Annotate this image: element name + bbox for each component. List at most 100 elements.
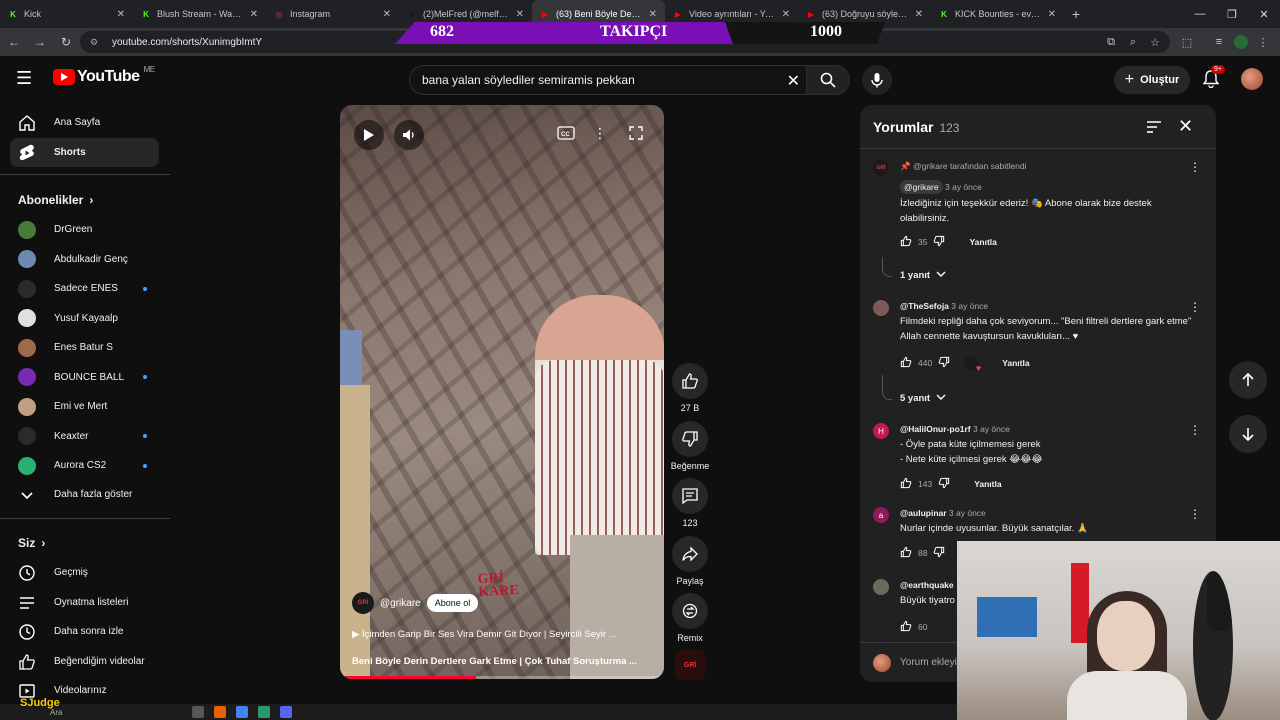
clear-search-icon[interactable]: ✕ [787,71,800,91]
menu-hamburger-icon[interactable]: ☰ [16,68,36,89]
close-window-icon[interactable]: ✕ [1248,0,1280,28]
show-more-button[interactable]: Daha fazla göster [10,480,159,509]
comment-dislike-button[interactable] [938,477,950,491]
account-avatar[interactable] [1241,68,1263,90]
tab-close-icon[interactable]: ✕ [250,9,258,20]
tab-close-icon[interactable]: ✕ [516,9,524,20]
close-comments-icon[interactable]: ✕ [1178,116,1193,137]
voice-search-button[interactable] [862,65,892,95]
youtube-logo[interactable]: YouTube ME [53,65,155,86]
sidebar-subscription-item[interactable]: Yusuf Kayaalp [10,304,159,333]
comment-time[interactable]: 3 ay önce [949,508,986,518]
comment-author[interactable]: @HalilOnur-po1rf [900,424,971,434]
channel-name[interactable]: @grikare [380,598,421,609]
shorts-video-player[interactable]: GRİ KARE CC ⋮ GRİ @grikare Abone ol ▶ İç… [340,105,664,679]
media-icon[interactable]: ≡ [1208,31,1230,53]
sound-thumbnail[interactable]: GRİ [670,650,710,680]
sidebar-item-watch-later[interactable]: Daha sonra izle [10,617,159,646]
video-more-button[interactable]: ⋮ [588,121,612,145]
subscribe-button[interactable]: Abone ol [426,594,479,612]
comment-like-button[interactable] [900,477,912,491]
create-button[interactable]: + Oluştur [1114,66,1190,94]
comment-avatar[interactable]: a [873,507,889,523]
comment-avatar[interactable] [873,579,889,595]
zoom-icon[interactable]: ⌕ [1122,31,1144,53]
comment-time[interactable]: 3 ay önce [951,301,988,311]
fullscreen-button[interactable] [624,121,648,145]
comment-more-icon[interactable]: ⋮ [1189,300,1201,314]
new-tab-button[interactable]: + [1064,0,1088,28]
video-title[interactable]: Beni Böyle Derin Dertlere Gark Etme | Ço… [352,656,652,667]
sidebar-subscription-item[interactable]: Emi ve Mert [10,392,159,421]
reply-button[interactable]: Yanıtla [969,237,996,247]
sidebar-subscription-item[interactable]: BOUNCE BALL [10,363,159,392]
replies-toggle[interactable]: 1 yanıt [900,269,946,282]
site-info-icon[interactable]: ⚙ [90,37,102,48]
comment-author[interactable]: @TheSefoja [900,301,949,311]
back-icon[interactable]: ← [2,30,26,54]
comment-dislike-button[interactable] [933,546,945,560]
remix-action[interactable]: Remix [670,593,710,643]
minimize-icon[interactable]: — [1184,0,1216,28]
comment-like-button[interactable] [900,546,912,560]
comment-author[interactable]: @aulupinar [900,508,947,518]
sidebar-subscription-item[interactable]: Sadece ENES [10,274,159,303]
comment-more-icon[interactable]: ⋮ [1189,507,1201,521]
sidebar-subscription-item[interactable]: Enes Batur S [10,333,159,362]
comment-author[interactable]: @earthquake [900,580,954,590]
like-button[interactable] [672,363,708,399]
firefox-icon[interactable] [214,706,227,718]
like-action[interactable]: 27 B [670,363,710,413]
comment-like-button[interactable] [900,356,912,370]
tab-close-icon[interactable]: ✕ [915,9,923,20]
comments-action[interactable]: 123 [670,478,710,528]
comment-author[interactable]: @grikare [900,180,943,194]
taskbar-app-icon[interactable] [192,706,205,718]
sidebar-item-liked-videos[interactable]: Beğendiğim videolar [10,647,159,676]
reply-button[interactable]: Yanıtla [1002,358,1029,368]
browser-tab[interactable]: K KICK Bounties - every pl... ✕ [931,0,1064,28]
sidebar-item-history[interactable]: Geçmiş [10,558,159,587]
comment-time[interactable]: 3 ay önce [945,182,982,192]
sidebar-item-shorts[interactable]: Shorts [10,138,159,167]
sidebar-subscription-item[interactable]: Keaxter [10,422,159,451]
remix-button[interactable] [672,593,708,629]
comment-avatar[interactable] [873,300,889,316]
reply-button[interactable]: Yanıtla [974,479,1001,489]
tab-close-icon[interactable]: ✕ [782,9,790,20]
bookmark-star-icon[interactable]: ☆ [1144,31,1166,53]
comment-dislike-button[interactable] [938,356,950,370]
tab-close-icon[interactable]: ✕ [649,9,657,20]
restore-icon[interactable]: ❐ [1216,0,1248,28]
dislike-action[interactable]: Beğenme [670,421,710,471]
sidebar-subscription-item[interactable]: Aurora CS2 [10,451,159,480]
forward-icon[interactable]: → [28,30,52,54]
comment-like-button[interactable] [900,620,912,634]
comment-more-icon[interactable]: ⋮ [1189,160,1201,174]
you-heading[interactable]: Siz › [18,536,45,550]
search-input[interactable]: bana yalan söylediler semiramis pekkan ✕ [409,65,811,95]
comment-dislike-button[interactable] [933,235,945,249]
sidebar-subscription-item[interactable]: Abdulkadir Genç [10,245,159,274]
browser-tab[interactable]: K Kick ✕ [0,0,133,28]
taskbar-app-icon[interactable] [258,706,271,718]
comment-like-button[interactable] [900,235,912,249]
captions-button[interactable]: CC [554,121,578,145]
linked-video-title[interactable]: ▶ İçimden Garip Bir Ses Vira Demir Git D… [352,629,652,640]
sort-icon[interactable] [1144,117,1164,137]
discord-icon[interactable] [280,706,293,718]
next-short-button[interactable] [1229,415,1267,453]
reload-icon[interactable]: ↻ [54,30,78,54]
sidebar-item-playlists[interactable]: Oynatma listeleri [10,588,159,617]
play-button[interactable] [354,120,384,150]
comment-avatar[interactable]: H [873,423,889,439]
previous-short-button[interactable] [1229,361,1267,399]
sidebar-subscription-item[interactable]: DrGreen [10,215,159,244]
search-button[interactable] [806,65,850,95]
profile-icon[interactable] [1230,31,1252,53]
extensions-icon[interactable]: ⬚ [1176,31,1198,53]
chrome-icon[interactable] [236,706,249,718]
replies-toggle[interactable]: 5 yanıt [900,392,946,405]
tab-close-icon[interactable]: ✕ [117,9,125,20]
comment-time[interactable]: 3 ay önce [973,424,1010,434]
